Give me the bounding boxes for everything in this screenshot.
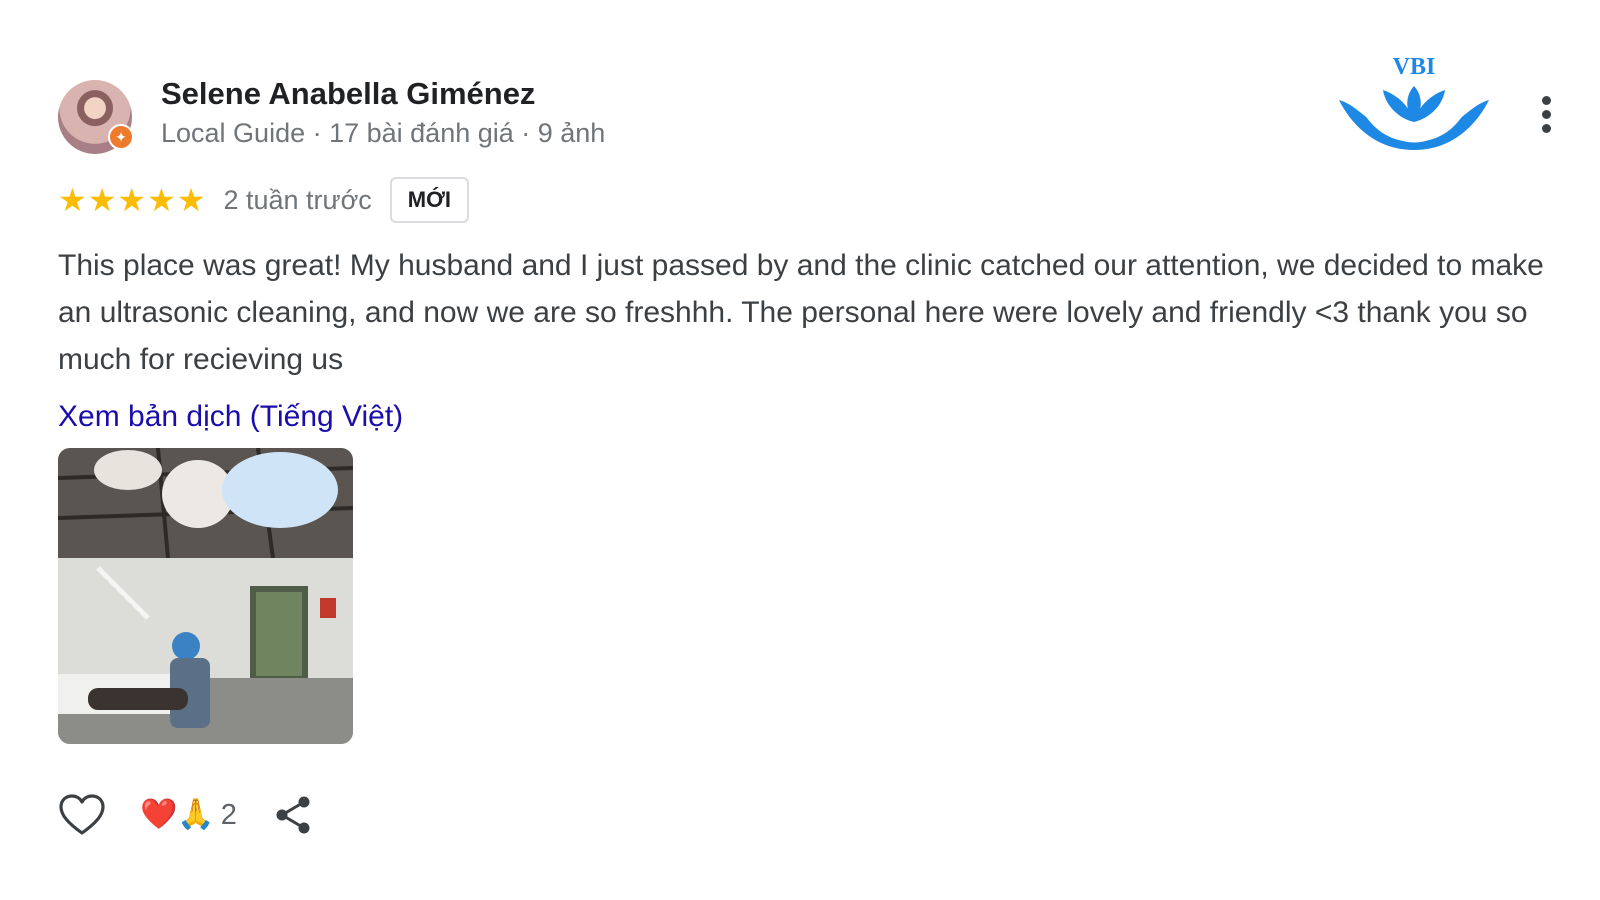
reaction-count: 2	[220, 799, 237, 831]
review-text: This place was great! My husband and I j…	[58, 249, 1544, 376]
clinic-photo[interactable]	[58, 448, 353, 744]
star-icon: ★	[176, 182, 206, 218]
star-rating: ★ ★ ★ ★ ★	[58, 184, 205, 216]
local-guide-star-icon: ✦	[108, 124, 134, 150]
avatar[interactable]: ✦	[58, 80, 134, 154]
new-badge: MỚI	[389, 177, 469, 223]
star-icon: ★	[87, 182, 117, 218]
reaction-emojis: ❤️🙏	[140, 798, 215, 831]
star-icon: ★	[117, 182, 147, 218]
more-options-icon[interactable]	[1538, 96, 1554, 140]
reviewer-name[interactable]: Selene Anabella Giménez	[161, 76, 535, 112]
heart-outline-icon[interactable]	[58, 793, 106, 837]
vbi-logo: VBI	[1339, 54, 1489, 150]
translate-link[interactable]: Xem bản dịch (Tiếng Việt)	[58, 400, 403, 434]
star-icon: ★	[147, 182, 176, 218]
reviewer-meta: Local Guide · 17 bài đánh giá · 9 ảnh	[161, 118, 606, 148]
logo-text: VBI	[1393, 54, 1436, 80]
share-icon[interactable]	[273, 794, 313, 836]
rating-row: ★ ★ ★ ★ ★ 2 tuần trước MỚI	[58, 176, 469, 224]
reaction-summary[interactable]: ❤️🙏 2	[140, 798, 237, 831]
review-time: 2 tuần trước	[223, 184, 372, 215]
review-actions: ❤️🙏 2	[58, 790, 313, 840]
star-icon: ★	[58, 182, 87, 218]
clinic-photo-image	[58, 448, 353, 744]
